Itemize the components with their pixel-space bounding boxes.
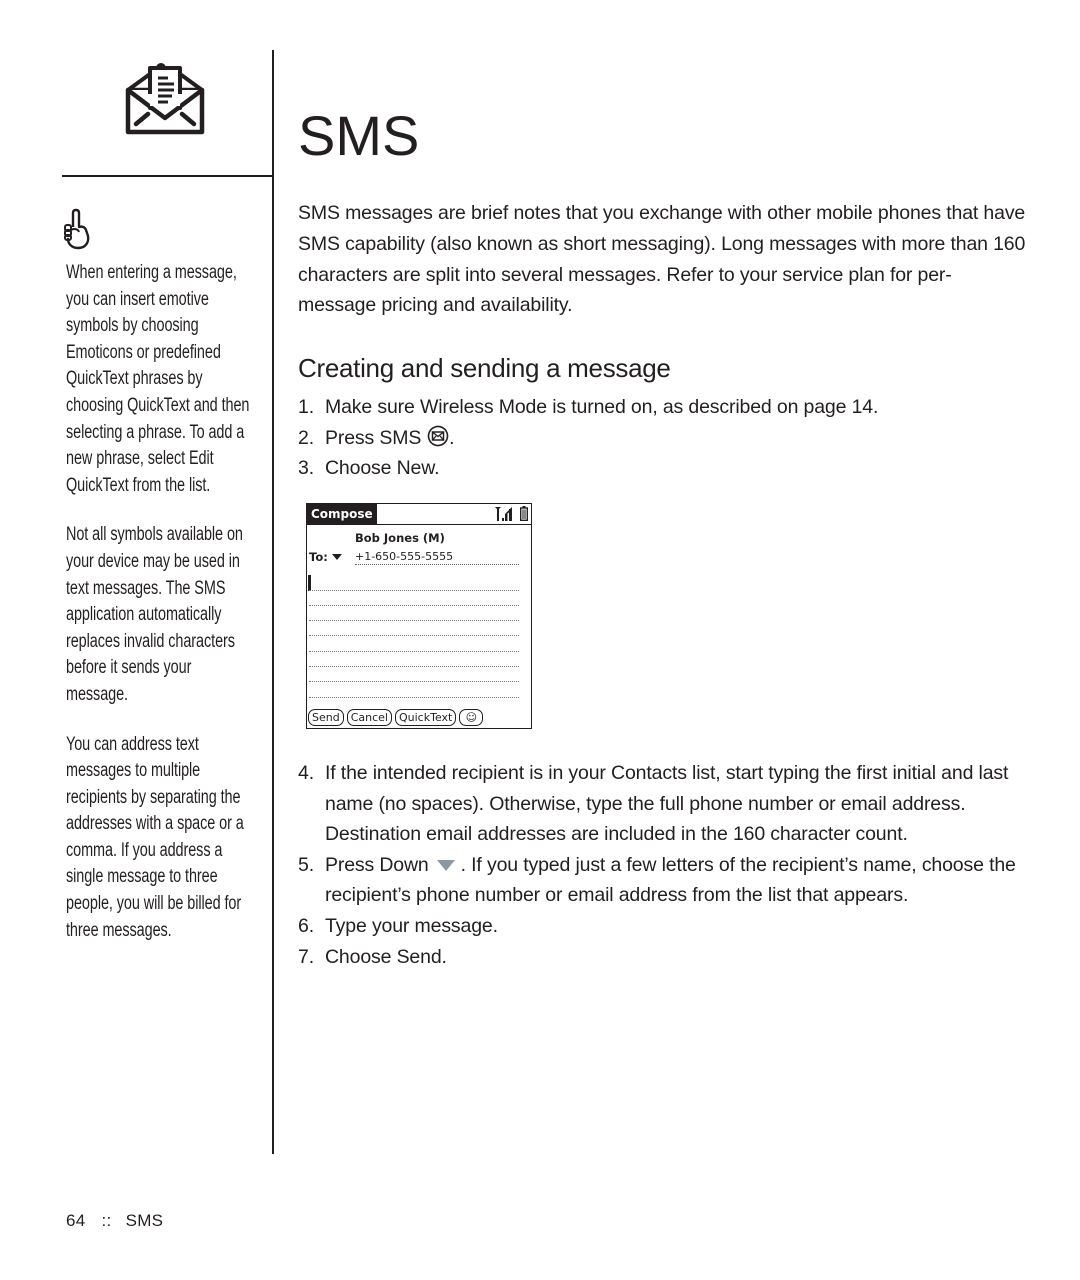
intro-paragraph: SMS messages are brief notes that you ex…	[298, 202, 1026, 317]
to-number-field[interactable]: +1-650-555-5555	[355, 550, 519, 565]
step-number: 4.	[298, 762, 314, 784]
step-text: If the intended recipient is in your Con…	[325, 762, 1009, 846]
message-line	[309, 590, 519, 591]
step-text: Choose Send.	[325, 945, 447, 968]
step-number: 2.	[298, 426, 314, 449]
compose-button-bar: Send Cancel QuickText ☺	[308, 709, 484, 726]
step-item: 6. Type your message.	[298, 911, 1028, 942]
section-heading: Creating and sending a message	[298, 353, 671, 384]
step-item: 7. Choose Send.	[298, 942, 1028, 973]
sidebar-divider-horizontal	[62, 175, 274, 177]
step-number: 7.	[298, 945, 314, 968]
page-title: SMS	[298, 103, 420, 167]
message-line	[309, 697, 519, 698]
cancel-button[interactable]: Cancel	[346, 709, 392, 726]
compose-screen-screenshot: Compose Bob Jones (M) To: +1-650-555-555…	[306, 503, 532, 729]
step-item: 1. Make sure Wireless Mode is turned on,…	[298, 392, 1028, 423]
message-line	[309, 666, 519, 667]
battery-icon	[520, 506, 528, 521]
to-label: To:	[309, 550, 328, 564]
step-text: Press SMS	[325, 426, 422, 449]
tip-note-invalid-symbols: Not all symbols available on your device…	[66, 524, 243, 705]
sms-key-icon	[427, 425, 449, 447]
step-text: Make sure Wireless Mode is turned on, as…	[325, 396, 879, 419]
step-item: 3. Choose New.	[298, 453, 1028, 484]
signal-strength-icon	[495, 507, 512, 521]
message-line	[309, 681, 519, 682]
step-number: 1.	[298, 396, 314, 419]
sidebar-notes: When entering a message, you can insert …	[66, 260, 256, 967]
pointing-hand-icon	[64, 208, 90, 250]
chapter-name: SMS	[125, 1211, 164, 1230]
send-button[interactable]: Send	[308, 709, 344, 726]
step-number: 3.	[298, 457, 314, 480]
message-line	[309, 620, 519, 621]
text-cursor	[308, 575, 311, 591]
step-item: 4. If the intended recipient is in your …	[298, 758, 1028, 850]
to-field-label[interactable]: To:	[309, 550, 342, 564]
step-text: Type your message.	[325, 914, 498, 937]
message-line	[309, 605, 519, 606]
step-item: 5. Press Down . If you typed just a few …	[298, 850, 1028, 911]
quicktext-button[interactable]: QuickText	[394, 709, 457, 726]
tip-note-multiple-recipients: You can address text messages to multipl…	[66, 733, 244, 941]
column-divider-vertical	[272, 50, 274, 1154]
steps-list-part-2: 4. If the intended recipient is in your …	[298, 758, 1028, 972]
footer-separator: ::	[101, 1211, 112, 1230]
page-footer: 64:: SMS	[66, 1211, 163, 1231]
step-text: Choose New.	[325, 457, 440, 480]
to-dropdown-arrow-icon[interactable]	[331, 554, 342, 560]
tip-note-quicktext: When entering a message, you can insert …	[66, 262, 250, 496]
step-text: Press Down	[325, 853, 429, 876]
step-number: 5.	[298, 853, 314, 876]
emoticon-button[interactable]: ☺	[459, 709, 484, 726]
message-line	[309, 651, 519, 652]
message-line	[309, 635, 519, 636]
main-content: SMS messages are brief notes that you ex…	[298, 198, 1028, 484]
step-number: 6.	[298, 914, 314, 937]
compose-title-bar: Compose	[307, 504, 531, 525]
compose-title: Compose	[307, 504, 377, 524]
step-item: 2. Press SMS .	[298, 423, 1028, 454]
step-text-suffix: .	[449, 426, 455, 449]
down-arrow-key-icon	[436, 859, 455, 871]
recipient-name: Bob Jones (M)	[355, 531, 445, 545]
page-number: 64	[66, 1211, 86, 1230]
open-envelope-letter-icon	[125, 63, 205, 135]
steps-list-part-1: 1. Make sure Wireless Mode is turned on,…	[298, 392, 1028, 484]
main-content-continued: 4. If the intended recipient is in your …	[298, 758, 1028, 972]
